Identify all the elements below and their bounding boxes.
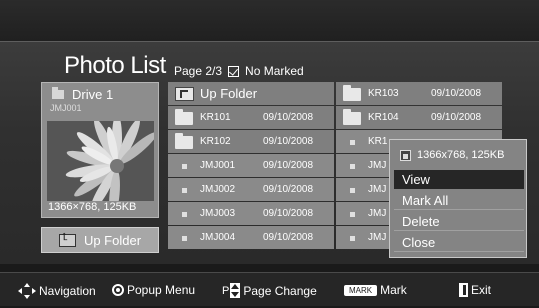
item-name: KR103: [368, 88, 399, 99]
footer-mark: MARK Mark: [344, 283, 407, 297]
folder-item[interactable]: KR104 09/10/2008: [336, 106, 502, 129]
page-updown-icon: [230, 283, 241, 298]
grid-up-folder-label: Up Folder: [200, 86, 258, 101]
footer-exit: Exit: [459, 283, 491, 297]
page-change-p-label: P: [222, 284, 230, 297]
photo-file-icon: [350, 188, 355, 193]
checkbox-icon: [228, 65, 240, 77]
photo-file-icon: [182, 236, 187, 241]
item-name: KR104: [368, 112, 399, 123]
item-date: 09/10/2008: [263, 136, 314, 147]
footer-page-change-label: Page Change: [243, 283, 317, 298]
top-strip: [0, 0, 539, 42]
photo-file-icon: [350, 140, 355, 145]
popup-item-close[interactable]: Close: [394, 233, 524, 252]
item-date: 09/10/2008: [431, 112, 482, 123]
folder-item[interactable]: KR101 09/10/2008: [168, 106, 334, 129]
drive-label: Drive 1: [72, 87, 114, 102]
file-item[interactable]: JMJ002 09/10/2008: [168, 178, 334, 201]
preview-panel: Drive 1 JMJ001 1366×768, 125KB: [41, 82, 159, 218]
item-name: JMJ: [368, 160, 387, 171]
drive-folder-icon: [52, 87, 64, 99]
up-folder-button[interactable]: Up Folder: [41, 227, 159, 253]
footer-mark-label: Mark: [380, 283, 407, 297]
preview-resolution: 1366×768, 125KB: [48, 201, 137, 213]
folder-item[interactable]: KR103 09/10/2008: [336, 82, 502, 105]
popup-item-delete[interactable]: Delete: [394, 212, 524, 231]
item-date: 09/10/2008: [263, 160, 314, 171]
file-item[interactable]: JMJ003 09/10/2008: [168, 202, 334, 225]
item-name: JMJ: [368, 232, 387, 243]
item-name: KR1: [368, 136, 388, 147]
grid-up-folder[interactable]: Up Folder: [168, 82, 334, 105]
drive-row[interactable]: Drive 1: [52, 87, 113, 102]
item-date: 09/10/2008: [263, 112, 314, 123]
ok-button-icon: [112, 284, 124, 296]
page-info: Page 2/3 No Marked: [174, 64, 304, 78]
page-indicator: Page 2/3: [174, 64, 223, 78]
item-date: 09/10/2008: [263, 208, 314, 219]
item-name: KR102: [200, 136, 231, 147]
folder-icon: [175, 109, 193, 125]
item-name: JMJ002: [200, 184, 236, 195]
footer-popup-menu: Popup Menu: [112, 283, 195, 297]
photo-thumbnail: [47, 121, 154, 201]
up-folder-icon: [58, 232, 76, 247]
item-date: 09/10/2008: [431, 88, 482, 99]
file-item[interactable]: JMJ004 09/10/2008: [168, 226, 334, 249]
item-name: KR101: [200, 112, 231, 123]
item-name: JMJ004: [200, 232, 236, 243]
photo-file-icon: [182, 164, 187, 169]
popup-info: 1366x768, 125KB: [390, 140, 526, 170]
up-folder-icon: [175, 87, 194, 101]
item-date: 09/10/2008: [263, 184, 314, 195]
mark-key-icon: MARK: [344, 284, 378, 296]
preview-filename: JMJ001: [50, 103, 82, 113]
image-icon: [400, 149, 411, 161]
footer-popup-menu-label: Popup Menu: [127, 283, 196, 297]
folder-icon: [175, 133, 193, 149]
item-name: JMJ: [368, 208, 387, 219]
footer-navigation: Navigation: [18, 283, 96, 299]
folder-item[interactable]: KR102 09/10/2008: [168, 130, 334, 153]
photo-file-icon: [182, 212, 187, 217]
footer-bar: Navigation Popup Menu P Page Change MARK…: [0, 272, 539, 306]
photo-file-icon: [350, 236, 355, 241]
photo-file-icon: [350, 212, 355, 217]
popup-menu: 1366x768, 125KB View Mark All Delete Clo…: [389, 139, 527, 258]
navigation-arrows-icon: [18, 283, 36, 299]
up-folder-label: Up Folder: [83, 232, 142, 248]
item-date: 09/10/2008: [263, 232, 314, 243]
item-name: JMJ003: [200, 208, 236, 219]
folder-icon: [343, 85, 361, 101]
item-name: JMJ001: [200, 160, 236, 171]
popup-item-view[interactable]: View: [394, 170, 524, 189]
photo-file-icon: [350, 164, 355, 169]
footer-page-change: P Page Change: [222, 283, 317, 298]
page-change-icon: P: [222, 283, 241, 298]
exit-icon: [459, 283, 468, 297]
item-name: JMJ: [368, 184, 387, 195]
page-title: Photo List: [64, 52, 166, 79]
photo-file-icon: [182, 188, 187, 193]
footer-exit-label: Exit: [471, 283, 492, 297]
marked-status: No Marked: [245, 64, 304, 78]
footer-navigation-label: Navigation: [39, 284, 96, 298]
file-item[interactable]: JMJ001 09/10/2008: [168, 154, 334, 177]
flower-image-icon: [47, 121, 154, 201]
popup-info-text: 1366x768, 125KB: [417, 149, 505, 161]
popup-item-mark-all[interactable]: Mark All: [394, 191, 524, 210]
folder-icon: [343, 109, 361, 125]
